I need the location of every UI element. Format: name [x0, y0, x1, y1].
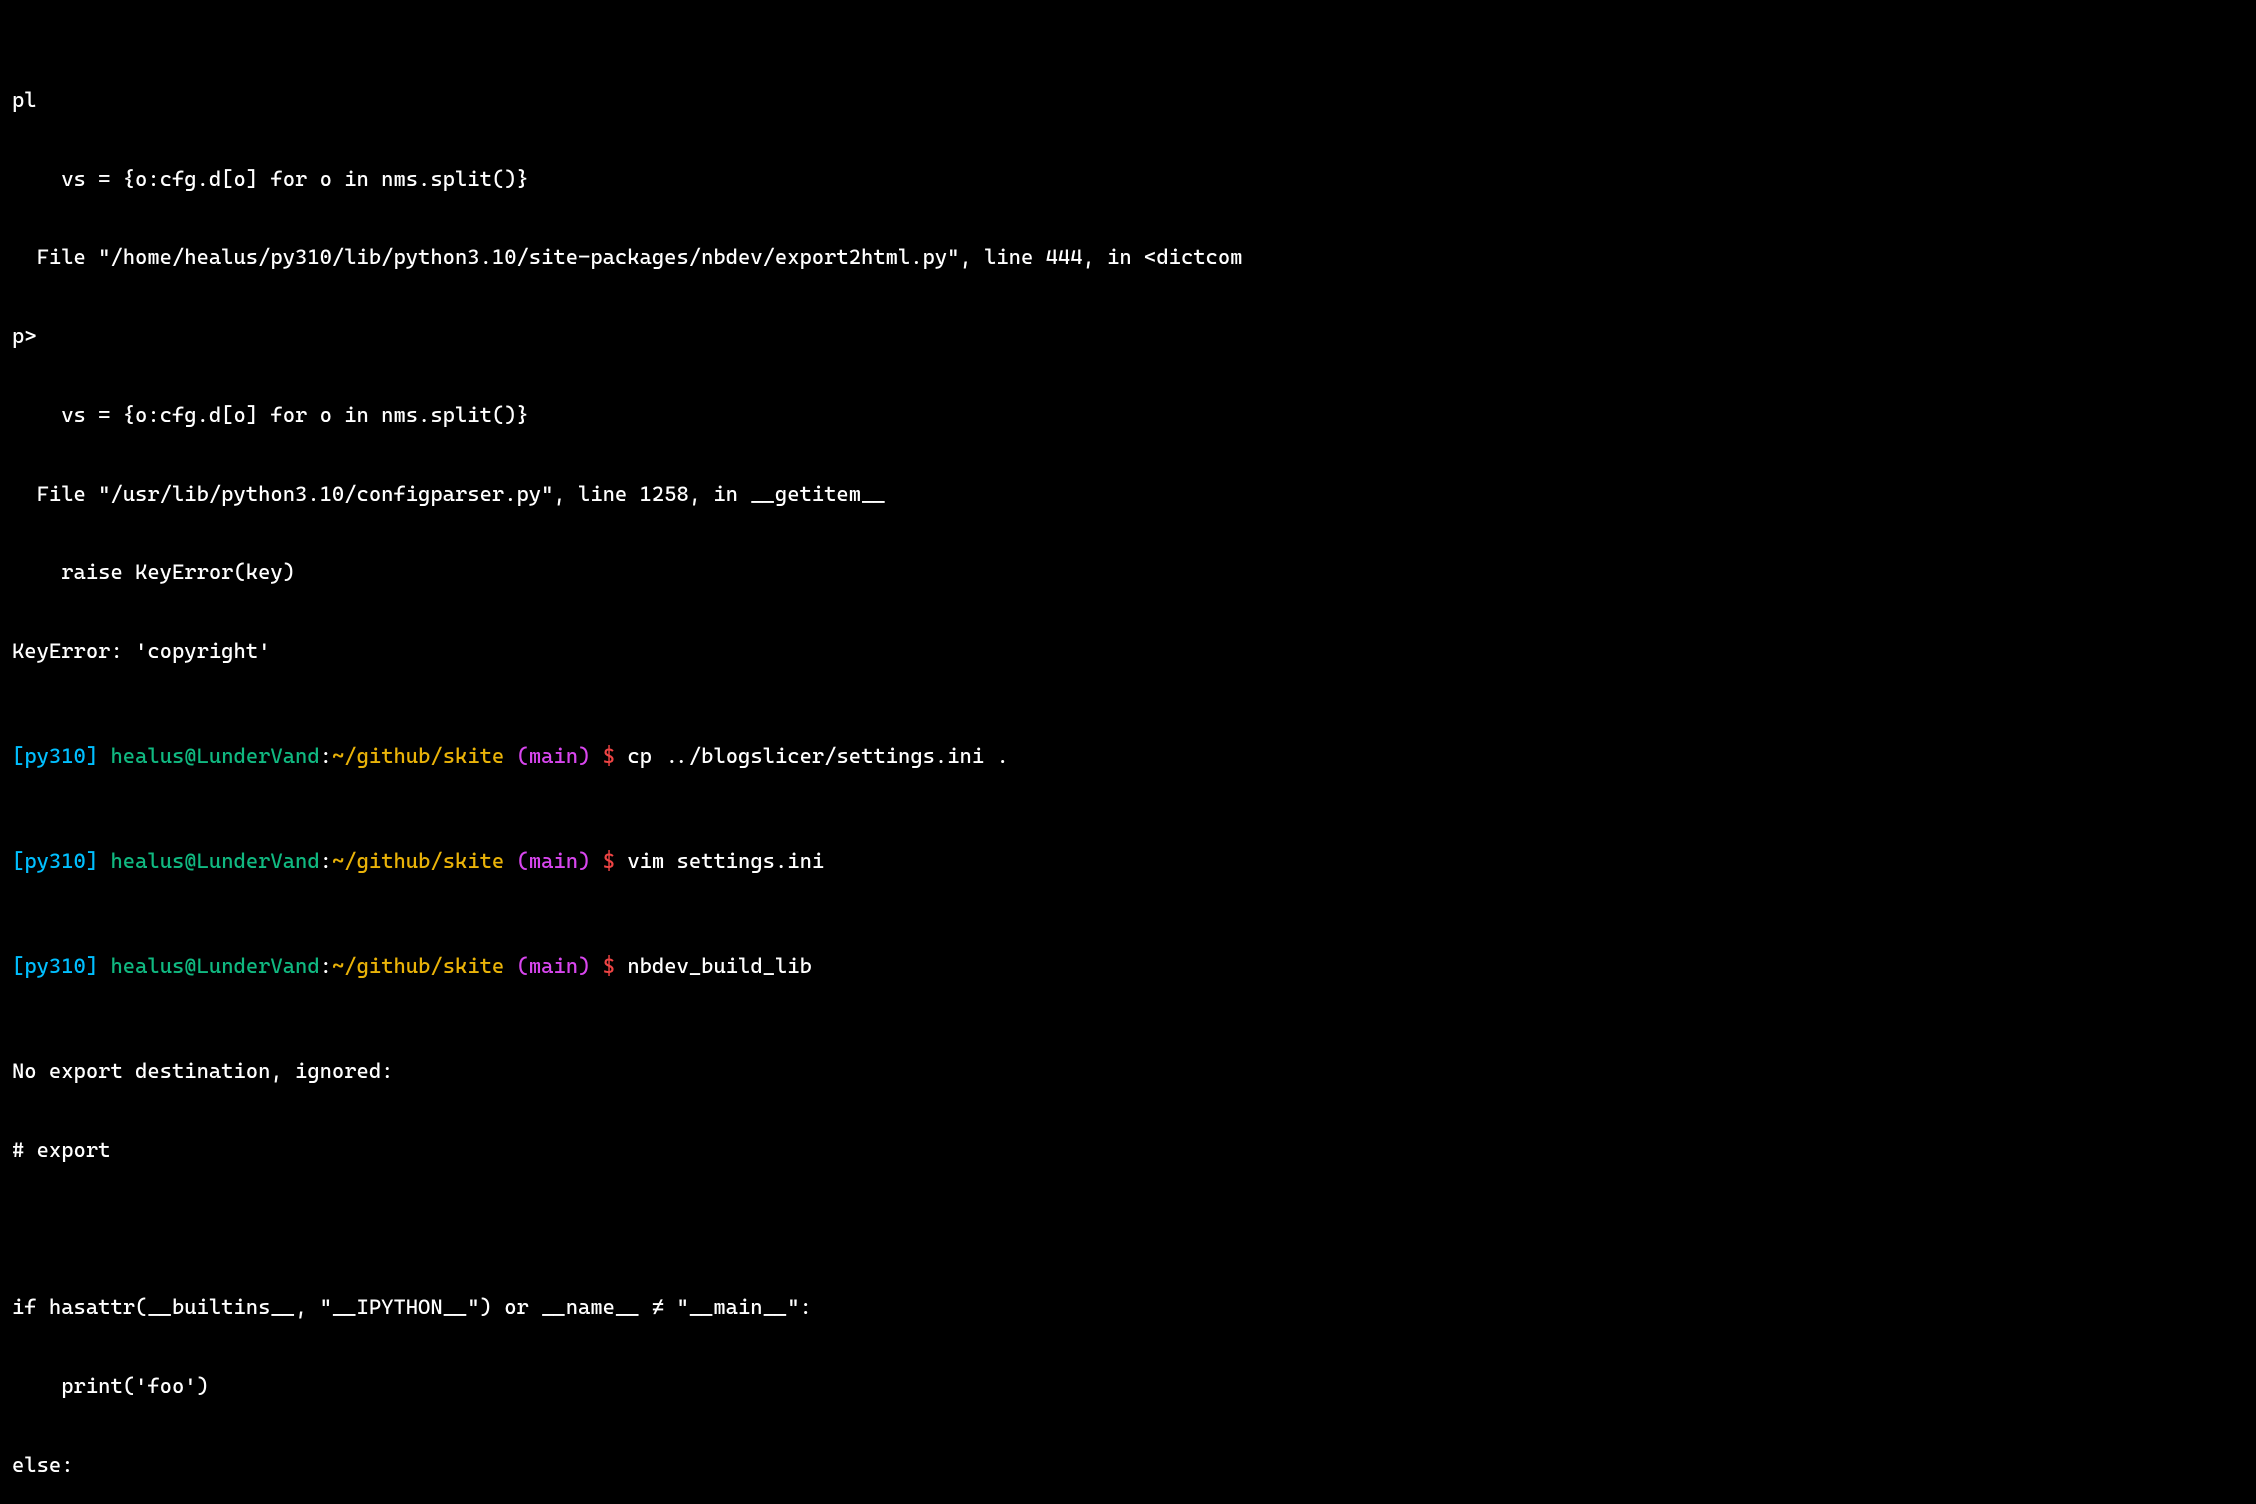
prompt-colon: : [320, 954, 332, 978]
command-text: vim settings.ini [627, 849, 824, 873]
output-line: print('foo') [12, 1373, 2244, 1399]
prompt-line: [py310] healus@LunderVand:~/github/skite… [12, 953, 2244, 979]
output-line: # export [12, 1137, 2244, 1163]
output-line: No export destination, ignored: [12, 1058, 2244, 1084]
prompt-branch-open: ( [517, 849, 529, 873]
prompt-line: [py310] healus@LunderVand:~/github/skite… [12, 743, 2244, 769]
prompt-rbracket: ] [86, 954, 98, 978]
command-text: nbdev_build_lib [627, 954, 812, 978]
prompt-dollar: $ [590, 744, 627, 768]
prompt-branch: main [529, 849, 578, 873]
command-text: cp ../blogslicer/settings.ini . [627, 744, 1008, 768]
traceback-line: KeyError: 'copyright' [12, 638, 2244, 664]
traceback-line: vs = {o:cfg.d[o] for o in nms.split()} [12, 166, 2244, 192]
prompt-path: ~/github/skite [332, 849, 504, 873]
prompt-branch-close: ) [578, 954, 590, 978]
prompt-branch-open: ( [517, 954, 529, 978]
terminal-viewport[interactable]: pl vs = {o:cfg.d[o] for o in nms.split()… [0, 0, 2256, 1504]
traceback-line: vs = {o:cfg.d[o] for o in nms.split()} [12, 402, 2244, 428]
prompt-branch-open: ( [517, 744, 529, 768]
prompt-env: py310 [24, 954, 86, 978]
prompt-line: [py310] healus@LunderVand:~/github/skite… [12, 848, 2244, 874]
output-line: else: [12, 1452, 2244, 1478]
prompt-branch: main [529, 954, 578, 978]
prompt-rbracket: ] [86, 849, 98, 873]
output-line: if hasattr(__builtins__, "__IPYTHON__") … [12, 1294, 2244, 1320]
prompt-branch-close: ) [578, 849, 590, 873]
prompt-path: ~/github/skite [332, 744, 504, 768]
prompt-rbracket: ] [86, 744, 98, 768]
prompt-dollar: $ [590, 954, 627, 978]
traceback-line: pl [12, 87, 2244, 113]
output-line [12, 1216, 2244, 1242]
traceback-line: File "/home/healus/py310/lib/python3.10/… [12, 244, 2244, 270]
prompt-dollar: $ [590, 849, 627, 873]
prompt-lbracket: [ [12, 849, 24, 873]
prompt-colon: : [320, 849, 332, 873]
prompt-env: py310 [24, 849, 86, 873]
prompt-colon: : [320, 744, 332, 768]
traceback-line: raise KeyError(key) [12, 559, 2244, 585]
prompt-branch: main [529, 744, 578, 768]
prompt-env: py310 [24, 744, 86, 768]
traceback-line: p> [12, 323, 2244, 349]
prompt-userhost: healus@LunderVand [110, 849, 319, 873]
prompt-lbracket: [ [12, 954, 24, 978]
prompt-lbracket: [ [12, 744, 24, 768]
prompt-userhost: healus@LunderVand [110, 954, 319, 978]
prompt-userhost: healus@LunderVand [110, 744, 319, 768]
prompt-branch-close: ) [578, 744, 590, 768]
traceback-line: File "/usr/lib/python3.10/configparser.p… [12, 481, 2244, 507]
prompt-path: ~/github/skite [332, 954, 504, 978]
